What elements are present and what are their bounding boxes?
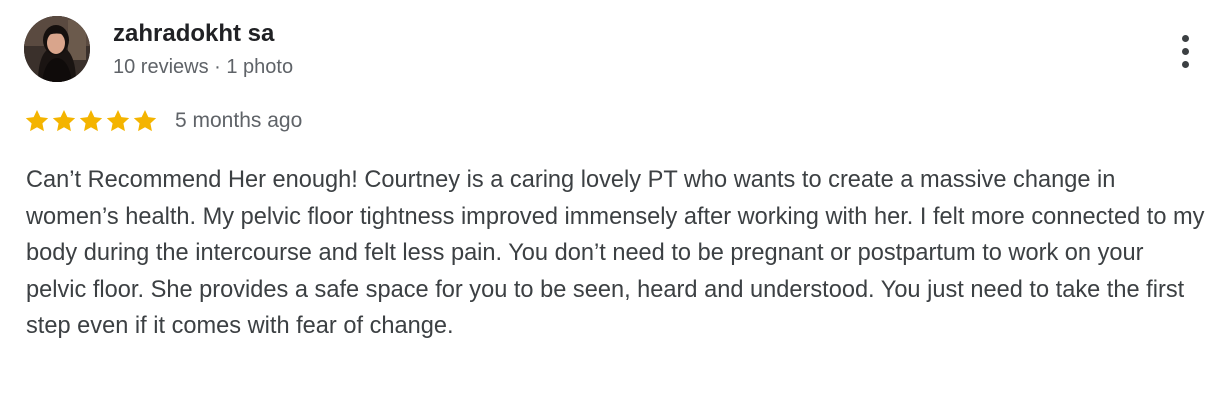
star-icon [79,109,103,132]
review-card: zahradokht sa 10 reviews · 1 photo 5 mon… [0,0,1210,405]
more-options-button[interactable] [1168,30,1204,74]
star-rating [24,108,159,134]
star-icon [106,109,130,132]
reviewer-meta[interactable]: 10 reviews · 1 photo [113,56,293,79]
more-vertical-icon [1182,35,1189,42]
star-icon [25,109,49,132]
user-photo-avatar-icon [24,16,90,82]
reviewer-name[interactable]: zahradokht sa [113,20,274,48]
more-vertical-icon-dot [1182,61,1189,68]
star-icon [133,109,157,132]
review-text: Can’t Recommend Her enough! Courtney is … [26,167,1205,339]
more-vertical-icon-dot [1182,48,1189,55]
star-icon [52,109,76,132]
rating-row: 5 months ago [24,106,302,136]
review-date: 5 months ago [175,109,303,132]
reviewer-avatar[interactable] [24,16,90,82]
